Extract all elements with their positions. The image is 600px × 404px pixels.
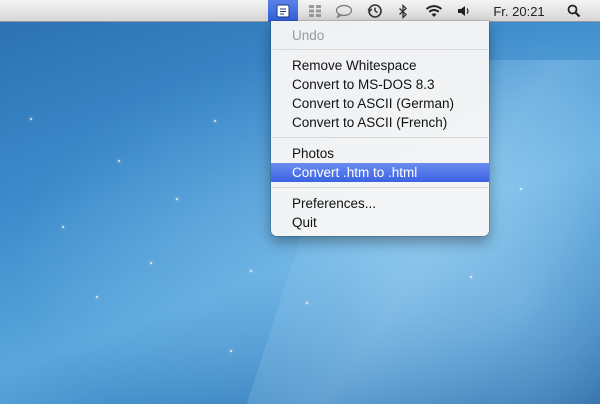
menu-separator [272, 187, 488, 188]
wallpaper-star [230, 350, 232, 352]
wallpaper-star [306, 302, 308, 304]
wallpaper-star [176, 198, 178, 200]
grid-icon[interactable] [304, 0, 326, 22]
spotlight-icon[interactable] [560, 0, 588, 22]
chat-bubble-icon[interactable] [332, 0, 356, 22]
script-icon[interactable] [268, 0, 298, 22]
menu-bar-clock[interactable]: Fr. 20:21 [484, 0, 554, 22]
menu-item-quit[interactable]: Quit [271, 213, 489, 232]
app-dropdown-menu: Undo Remove Whitespace Convert to MS-DOS… [271, 21, 489, 236]
wallpaper-star [470, 276, 472, 278]
menu-item-convert-msdos[interactable]: Convert to MS-DOS 8.3 [271, 75, 489, 94]
wallpaper-star [30, 118, 32, 120]
menu-item-convert-ascii-german[interactable]: Convert to ASCII (German) [271, 94, 489, 113]
menu-item-photos[interactable]: Photos [271, 144, 489, 163]
wallpaper-star [96, 296, 98, 298]
wallpaper-star [150, 262, 152, 264]
wallpaper-star [520, 188, 522, 190]
menu-item-convert-htm[interactable]: Convert .htm to .html [271, 163, 489, 182]
time-machine-icon[interactable] [362, 0, 388, 22]
menu-separator [272, 49, 488, 50]
menu-item-undo[interactable]: Undo [271, 26, 489, 45]
menu-bar: Fr. 20:21 [0, 0, 600, 22]
menu-item-remove-whitespace[interactable]: Remove Whitespace [271, 56, 489, 75]
menu-item-preferences[interactable]: Preferences... [271, 194, 489, 213]
wallpaper-star [118, 160, 120, 162]
menu-item-convert-ascii-french[interactable]: Convert to ASCII (French) [271, 113, 489, 132]
volume-icon[interactable] [452, 0, 474, 22]
wallpaper-star [62, 226, 64, 228]
wallpaper-star [214, 120, 216, 122]
bluetooth-icon[interactable] [394, 0, 412, 22]
wifi-icon[interactable] [420, 0, 448, 22]
wallpaper-star [250, 270, 252, 272]
menu-separator [272, 137, 488, 138]
